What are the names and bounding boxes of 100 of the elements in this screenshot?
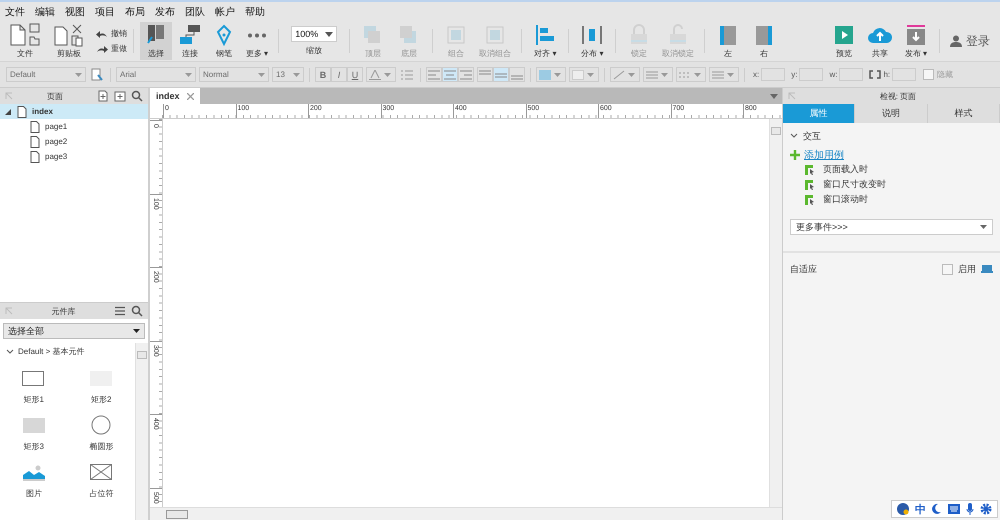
field-label: y:: [791, 70, 798, 79]
settings-icon[interactable]: [980, 503, 992, 515]
user-icon: [950, 35, 962, 47]
keyboard-icon[interactable]: [948, 504, 960, 514]
text-align-icon: [460, 70, 472, 80]
caret-icon: [694, 72, 701, 76]
library-widget[interactable]: 占位符: [68, 462, 135, 499]
menu-item[interactable]: 团队: [185, 4, 205, 18]
event-item[interactable]: 窗口尺寸改变时: [790, 177, 993, 192]
moon-icon[interactable]: [932, 503, 942, 515]
menu-item[interactable]: 视图: [65, 4, 85, 18]
swatch-icon: [679, 70, 691, 80]
text-align-icon: [444, 70, 456, 80]
field-label: w:: [829, 70, 838, 79]
toolbar-button[interactable]: 共享: [863, 22, 897, 60]
menu-item[interactable]: 帐户: [215, 4, 235, 18]
caret-icon: [384, 72, 391, 76]
collapse-icon[interactable]: [5, 92, 13, 100]
history-button[interactable]: 重做: [96, 43, 127, 54]
event-icon: [805, 180, 815, 190]
event-icon: [805, 164, 815, 174]
text-align-icon: [428, 70, 440, 80]
page-tree-item[interactable]: page2: [0, 134, 148, 149]
toolbar-button[interactable]: 分布 ▾: [575, 22, 610, 60]
field-label: x:: [753, 70, 760, 79]
section-header[interactable]: 交互: [790, 129, 993, 143]
history-button[interactable]: 撤销: [96, 28, 127, 39]
search-icon[interactable]: [131, 90, 143, 102]
menu-item[interactable]: 编辑: [35, 4, 55, 18]
file-icon: [8, 23, 42, 47]
microphone-icon[interactable]: [966, 503, 974, 515]
scrollbar[interactable]: [150, 507, 782, 520]
toolbar-button[interactable]: 剪贴板: [48, 22, 90, 60]
menu-item[interactable]: 帮助: [245, 4, 265, 18]
logo-icon[interactable]: [897, 503, 909, 515]
inspector-tab[interactable]: 样式: [928, 104, 1000, 123]
page-tree-item[interactable]: index: [0, 104, 148, 119]
toolbar-button[interactable]: 文件: [4, 22, 46, 60]
login-button[interactable]: 登录: [946, 30, 994, 52]
checkbox[interactable]: [942, 264, 953, 275]
expander-icon[interactable]: [4, 108, 12, 116]
caret-icon[interactable]: [770, 94, 778, 98]
scrollbar[interactable]: [135, 343, 148, 520]
chevron-icon: [790, 133, 798, 139]
library-widget[interactable]: 图片: [0, 462, 68, 499]
document-tab[interactable]: index: [150, 88, 200, 104]
more-events-dropdown[interactable]: 更多事件>>>: [790, 219, 993, 235]
undo-icon: [96, 30, 108, 38]
caret-icon: [554, 72, 561, 76]
search-icon[interactable]: [131, 305, 143, 317]
circle-icon: [89, 415, 114, 435]
page-icon: [30, 136, 40, 148]
inspector-tab[interactable]: 说明: [855, 104, 928, 123]
menu-item[interactable]: 项目: [95, 4, 115, 18]
menu-item[interactable]: 布局: [125, 4, 145, 18]
event-icon: [805, 194, 815, 204]
rectangle-icon: [22, 415, 46, 435]
menu-icon[interactable]: [114, 305, 126, 317]
zoom-dropdown[interactable]: 100%: [291, 26, 338, 42]
library-widget[interactable]: 矩形1: [0, 368, 68, 405]
page-tree-item[interactable]: page3: [0, 149, 148, 164]
add-page-icon[interactable]: [97, 90, 109, 102]
add-folder-icon[interactable]: [114, 90, 126, 102]
ime-mode[interactable]: 中: [915, 502, 926, 516]
library-widget[interactable]: 矩形2: [68, 368, 135, 405]
add-case-link[interactable]: 添加用例: [804, 148, 844, 162]
zoom-label: 缩放: [306, 45, 322, 56]
library-widget[interactable]: 矩形3: [0, 415, 68, 452]
page-icon: [30, 150, 40, 162]
swatch-icon: [572, 70, 584, 80]
event-item[interactable]: 页面载入时: [790, 162, 993, 177]
redo-icon: [96, 44, 108, 52]
page-tree-item[interactable]: page1: [0, 119, 148, 134]
swatch-icon: [369, 70, 381, 80]
tool-button[interactable]: 选择: [140, 22, 172, 60]
collapse-icon[interactable]: [5, 307, 13, 315]
checkbox-label: 启用: [958, 263, 976, 276]
toolbar-button[interactable]: 左: [711, 22, 746, 60]
caret-icon: [587, 72, 594, 76]
chevron-icon: [6, 348, 14, 354]
menu-item[interactable]: 发布: [155, 4, 175, 18]
menu-item[interactable]: 文件: [5, 4, 25, 18]
close-icon[interactable]: [186, 92, 194, 100]
devices-icon[interactable]: [981, 265, 993, 274]
collapse-icon[interactable]: [788, 92, 796, 100]
scrollbar[interactable]: [769, 119, 782, 507]
connector-icon: [178, 23, 202, 47]
library-widget[interactable]: 椭圆形: [68, 415, 135, 452]
tool-button[interactable]: 钢笔: [208, 22, 240, 60]
tool-button[interactable]: 更多 ▾: [242, 22, 272, 60]
rectangle-icon: [22, 368, 46, 388]
toolbar-button[interactable]: 右: [747, 22, 782, 60]
library-group[interactable]: Default > 基本元件: [0, 343, 135, 360]
toolbar-button[interactable]: 预览: [827, 22, 861, 60]
tool-button[interactable]: 连接: [174, 22, 206, 60]
library-dropdown[interactable]: 选择全部: [3, 323, 145, 339]
caret-icon: [628, 72, 635, 76]
toolbar-button[interactable]: 发布 ▾: [899, 22, 933, 60]
event-item[interactable]: 窗口滚动时: [790, 192, 993, 207]
toolbar-button[interactable]: 对齐 ▾: [528, 22, 562, 60]
